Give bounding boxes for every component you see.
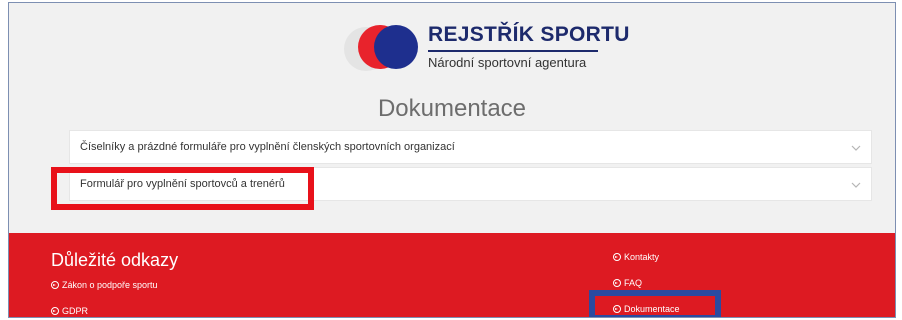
footer-link-label: GDPR [62,306,89,316]
chevron-down-icon [851,182,861,188]
accordion-item-ciselniky[interactable]: Číselníky a prázdné formuláře pro vyplně… [69,130,872,164]
footer-link-label: FAQ [624,278,643,288]
footer-link-kontakty[interactable]: Kontakty [613,252,659,262]
arrow-circle-icon [613,253,621,261]
footer-link-label: Dokumentace [624,304,680,314]
browser-viewport: REJSTŘÍK SPORTU Národní sportovní agentu… [8,2,896,318]
logo-blue-circle [374,25,418,69]
footer: Důležité odkazy Zákon o podpoře sportu G… [9,233,895,317]
logo-title: REJSTŘÍK SPORTU [428,23,630,46]
arrow-circle-icon [613,305,621,313]
arrow-circle-icon [51,307,59,315]
accordion-item-label: Formulář pro vyplnění sportovců a trenér… [80,178,285,190]
footer-link-zakon[interactable]: Zákon o podpoře sportu [51,280,158,290]
footer-link-faq[interactable]: FAQ [613,278,642,288]
footer-link-label: Zákon o podpoře sportu [62,280,158,290]
site-logo[interactable]: REJSTŘÍK SPORTU Národní sportovní agentu… [344,21,634,81]
arrow-circle-icon [51,281,59,289]
logo-divider [428,50,598,52]
accordion-item-formular[interactable]: Formulář pro vyplnění sportovců a trenér… [69,167,872,201]
footer-link-dokumentace[interactable]: Dokumentace [613,304,680,314]
arrow-circle-icon [613,279,621,287]
accordion-item-label: Číselníky a prázdné formuláře pro vyplně… [80,141,455,153]
chevron-down-icon [851,145,861,151]
page-title: Dokumentace [377,95,527,122]
logo-subtitle: Národní sportovní agentura [428,55,587,70]
footer-link-gdpr[interactable]: GDPR [51,306,88,316]
footer-heading: Důležité odkazy [51,250,179,270]
footer-link-label: Kontakty [624,252,660,262]
